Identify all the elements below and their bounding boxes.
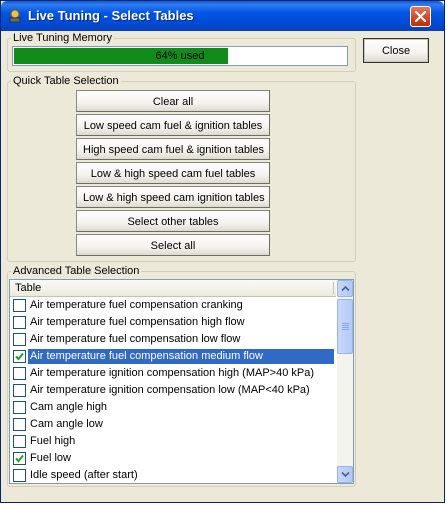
table-list[interactable]: Table Air temperature fuel compensation … — [9, 279, 354, 484]
table-row[interactable]: Cam angle high — [10, 399, 337, 416]
table-row-label: Idle speed (after start) — [30, 469, 138, 481]
table-row[interactable]: Air temperature fuel compensation medium… — [10, 348, 337, 365]
checkmark-icon — [15, 454, 24, 463]
column-divider — [333, 282, 334, 294]
table-row-label: Air temperature fuel compensation low fl… — [30, 333, 241, 345]
table-row[interactable]: Air temperature fuel compensation cranki… — [10, 297, 337, 314]
clear-all-button[interactable]: Clear all — [76, 90, 270, 112]
low-high-cam-ignition-button[interactable]: Low & high speed cam ignition tables — [76, 186, 270, 208]
table-row-label: Air temperature fuel compensation medium… — [28, 349, 334, 364]
table-row-checkbox[interactable] — [13, 401, 26, 414]
table-row-label: Fuel high — [30, 435, 76, 447]
table-column-header[interactable]: Table — [10, 280, 336, 297]
table-row-label: Air temperature ignition compensation lo… — [30, 384, 310, 396]
table-row[interactable]: Air temperature fuel compensation low fl… — [10, 331, 337, 348]
table-row[interactable]: Air temperature ignition compensation lo… — [10, 382, 337, 399]
low-high-cam-fuel-button[interactable]: Low & high speed cam fuel tables — [76, 162, 270, 184]
scroll-thumb[interactable] — [337, 299, 353, 354]
table-row[interactable]: Fuel low — [10, 450, 337, 467]
chevron-up-icon — [341, 285, 350, 292]
table-row[interactable]: Fuel high — [10, 433, 337, 450]
quick-selection-label: Quick Table Selection — [11, 75, 121, 87]
table-row-checkbox[interactable] — [13, 435, 26, 448]
table-row[interactable]: Idle speed (after start) — [10, 467, 337, 483]
chevron-down-icon — [341, 471, 350, 478]
scroll-down-button[interactable] — [337, 466, 353, 483]
table-row-checkbox[interactable] — [13, 367, 26, 380]
table-row[interactable]: Cam angle low — [10, 416, 337, 433]
select-other-tables-button[interactable]: Select other tables — [76, 210, 270, 232]
table-row-checkbox[interactable] — [13, 299, 26, 312]
table-rows: Air temperature fuel compensation cranki… — [10, 297, 337, 483]
table-row-checkbox[interactable] — [13, 333, 26, 346]
table-row-checkbox[interactable] — [13, 452, 26, 465]
grip-line — [342, 327, 349, 328]
live-tuning-dialog: Live Tuning - Select Tables Live Tuning … — [0, 0, 445, 503]
list-scrollbar[interactable] — [337, 280, 353, 483]
high-cam-fuel-ignition-button[interactable]: High speed cam fuel & ignition tables — [76, 138, 270, 160]
close-window-button[interactable] — [410, 6, 431, 27]
table-column-header-label: Table — [15, 282, 42, 294]
memory-group-label: Live Tuning Memory — [11, 32, 115, 44]
table-row-label: Air temperature fuel compensation high f… — [30, 316, 245, 328]
table-row-label: Cam angle high — [30, 401, 108, 413]
table-row-checkbox[interactable] — [13, 316, 26, 329]
table-row-label: Air temperature fuel compensation cranki… — [30, 299, 243, 311]
scroll-up-button[interactable] — [337, 280, 353, 297]
select-all-button[interactable]: Select all — [76, 234, 270, 256]
table-row-checkbox[interactable] — [13, 384, 26, 397]
memory-progress-bar: 64% used — [12, 46, 348, 66]
table-row[interactable]: Air temperature fuel compensation high f… — [10, 314, 337, 331]
grip-line — [342, 329, 349, 330]
app-icon — [7, 8, 23, 24]
table-row-label: Cam angle low — [30, 418, 103, 430]
table-row-checkbox[interactable] — [13, 469, 26, 482]
close-button[interactable]: Close — [363, 38, 429, 63]
memory-progress-text: 64% used — [155, 50, 205, 62]
close-icon — [414, 10, 427, 23]
table-row-checkbox[interactable] — [13, 350, 26, 363]
table-row[interactable]: Air temperature ignition compensation hi… — [10, 365, 337, 382]
advanced-selection-label: Advanced Table Selection — [11, 265, 142, 277]
grip-line — [342, 325, 349, 326]
table-row-label: Air temperature ignition compensation hi… — [30, 367, 315, 379]
title-bar[interactable]: Live Tuning - Select Tables — [1, 1, 444, 31]
checkmark-icon — [15, 352, 24, 361]
table-row-label: Fuel low — [30, 452, 71, 464]
grip-line — [342, 323, 349, 324]
low-cam-fuel-ignition-button[interactable]: Low speed cam fuel & ignition tables — [76, 114, 270, 136]
table-row-checkbox[interactable] — [13, 418, 26, 431]
window-title: Live Tuning - Select Tables — [28, 8, 194, 23]
